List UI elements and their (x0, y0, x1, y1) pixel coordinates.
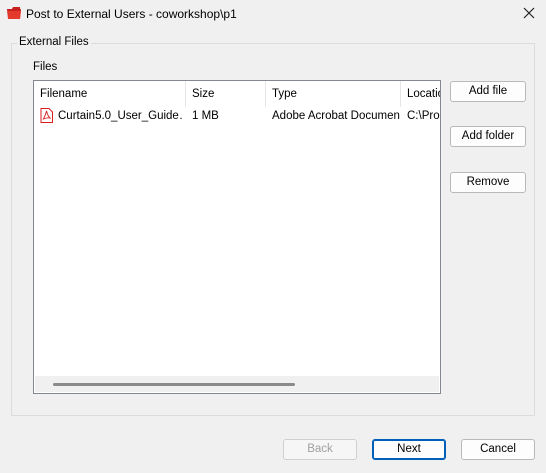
table-row[interactable]: Curtain5.0_User_Guide… 1 MB Adobe Acroba… (34, 106, 440, 126)
add-folder-button[interactable]: Add folder (450, 126, 526, 147)
title-bar: Post to External Users - coworkshop\p1 (0, 0, 546, 28)
row-filename: Curtain5.0_User_Guide… (58, 110, 184, 122)
column-header-type[interactable]: Type (266, 81, 401, 107)
group-label: External Files (17, 36, 91, 48)
red-folder-icon (7, 7, 21, 19)
column-header-location[interactable]: Location (401, 81, 440, 107)
column-header-size[interactable]: Size (186, 81, 266, 107)
cancel-button[interactable]: Cancel (461, 439, 535, 460)
add-file-button[interactable]: Add file (450, 81, 526, 102)
list-header: Filename Size Type Location (34, 81, 440, 107)
files-label: Files (33, 61, 58, 73)
pdf-icon (40, 108, 53, 123)
column-header-filename[interactable]: Filename (34, 81, 186, 107)
horizontal-scrollbar[interactable] (35, 376, 439, 392)
close-icon (523, 7, 535, 19)
back-button[interactable]: Back (283, 439, 357, 460)
remove-button[interactable]: Remove (450, 172, 526, 193)
row-size: 1 MB (192, 110, 219, 122)
next-button[interactable]: Next (372, 439, 446, 460)
window-title: Post to External Users - coworkshop\p1 (26, 7, 237, 21)
close-button[interactable] (516, 2, 542, 24)
files-list[interactable]: Filename Size Type Location Curtain5.0_U… (33, 80, 441, 394)
row-location: C:\Prog (407, 110, 440, 122)
scrollbar-thumb[interactable] (53, 383, 295, 386)
row-type: Adobe Acrobat Document (272, 110, 400, 122)
